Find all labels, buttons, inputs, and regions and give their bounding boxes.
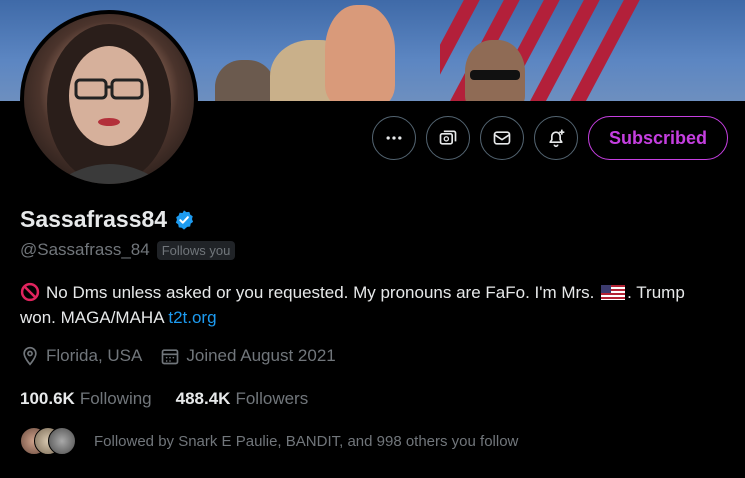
profile-avatar[interactable] <box>20 10 198 188</box>
bio-text: No Dms unless asked or you requested. My… <box>46 283 595 302</box>
avatar <box>48 427 76 455</box>
profile-bio: No Dms unless asked or you requested. My… <box>20 280 725 330</box>
verified-badge-icon[interactable] <box>173 209 195 231</box>
profile-actions: Subscribed <box>371 116 728 160</box>
joined-date: Joined August 2021 <box>160 346 336 366</box>
location-text: Florida, USA <box>46 346 143 365</box>
message-button[interactable] <box>479 116 524 160</box>
name-row: Sassafrass84 <box>20 206 195 233</box>
follows-you-badge: Follows you <box>156 240 236 260</box>
avatar-portrait <box>47 24 171 184</box>
bell-plus-icon <box>549 129 565 148</box>
location: Florida, USA <box>20 346 142 366</box>
following-label: Following <box>79 389 152 408</box>
more-button[interactable] <box>371 116 416 160</box>
followers-link[interactable]: 488.4K Followers <box>176 389 309 409</box>
followers-you-know-avatars <box>20 427 78 455</box>
subscriptions-button[interactable] <box>425 116 470 160</box>
follow-stats: 100.6K Following 488.4K Followers <box>20 389 308 409</box>
joined-text: Joined August 2021 <box>186 346 336 365</box>
location-pin-icon <box>23 346 37 366</box>
profile-meta: Florida, USA Joined August 2021 <box>20 346 336 366</box>
mail-icon <box>493 131 511 145</box>
handle-row: @Sassafrass_84 Follows you <box>20 240 236 260</box>
more-icon <box>386 136 402 140</box>
following-count: 100.6K <box>20 389 75 408</box>
calendar-icon <box>162 349 179 365</box>
display-name: Sassafrass84 <box>20 206 168 232</box>
banner-figure <box>325 5 395 101</box>
handle: @Sassafrass_84 <box>20 240 150 259</box>
followed-by-text: Followed by Snark E Paulie, BANDIT, and … <box>94 432 519 450</box>
bio-link[interactable]: t2t.org <box>168 308 216 327</box>
followed-by-row[interactable]: Followed by Snark E Paulie, BANDIT, and … <box>20 427 518 455</box>
notify-button[interactable] <box>533 116 578 160</box>
banner-sunglasses <box>470 70 520 80</box>
us-flag-icon <box>601 285 626 300</box>
prohibited-icon <box>20 282 40 302</box>
followers-count: 488.4K <box>175 389 231 408</box>
following-link[interactable]: 100.6K Following <box>20 389 152 409</box>
subscribed-button[interactable]: Subscribed <box>587 116 728 160</box>
followers-label: Followers <box>235 389 309 408</box>
subscription-icon <box>439 130 457 145</box>
banner-figure <box>215 60 275 101</box>
